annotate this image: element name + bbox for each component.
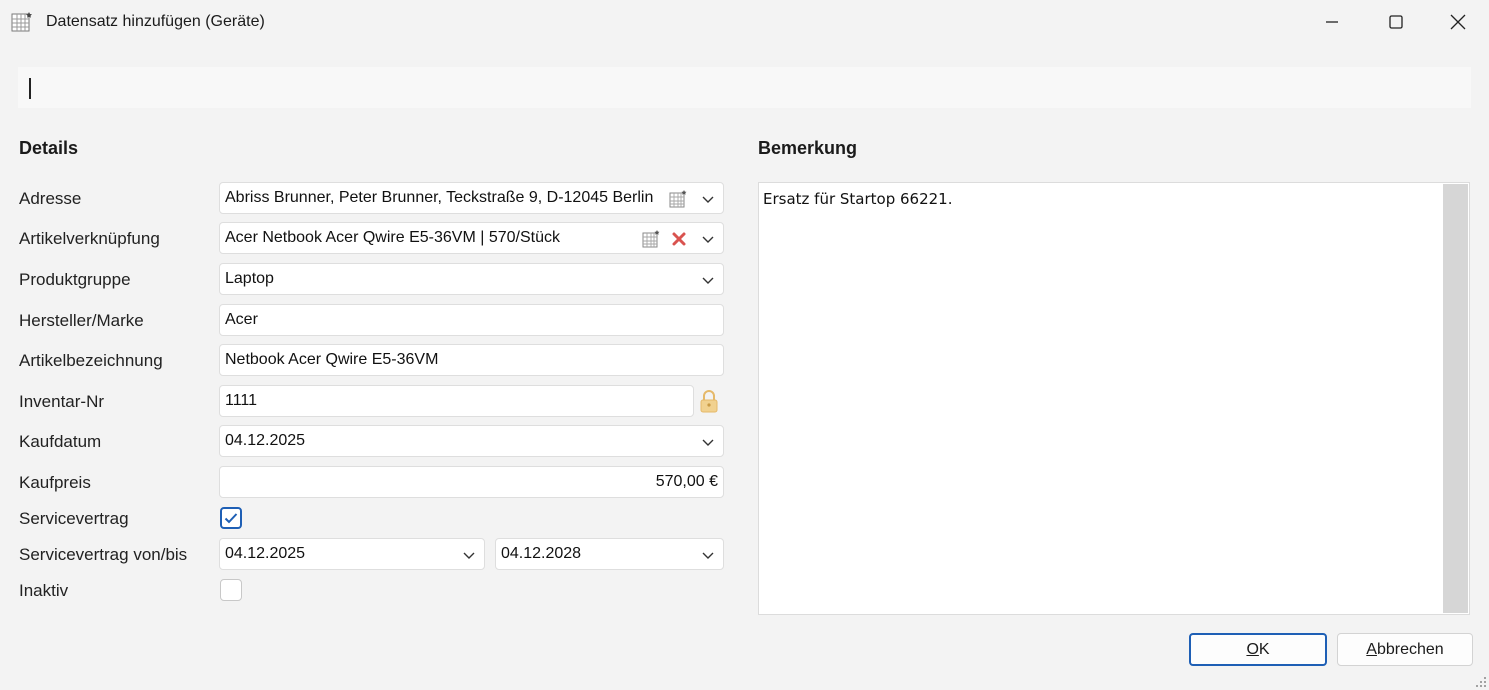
ok-button-label: K (1258, 640, 1270, 658)
adresse-combobox[interactable]: Abriss Brunner, Peter Brunner, Teckstraß… (219, 182, 724, 214)
chevron-down-icon[interactable] (701, 192, 715, 206)
adresse-value: Abriss Brunner, Peter Brunner, Teckstraß… (225, 189, 654, 206)
label-servicevertrag: Servicevertrag (19, 509, 129, 528)
artikelbezeichnung-value: Netbook Acer Qwire E5-36VM (225, 351, 439, 368)
ok-button-mnemonic: O (1246, 640, 1259, 658)
close-button[interactable] (1427, 0, 1489, 44)
bemerkung-text: Ersatz für Startop 66221. (763, 190, 953, 208)
artikelverknuepfung-value: Acer Netbook Acer Qwire E5-36VM | 570/St… (225, 229, 560, 246)
produktgruppe-value: Laptop (225, 270, 274, 287)
table-new-icon[interactable] (669, 190, 687, 208)
chevron-down-icon[interactable] (701, 232, 715, 246)
label-kaufpreis: Kaufpreis (19, 473, 91, 492)
chevron-down-icon[interactable] (462, 548, 476, 562)
maximize-button[interactable] (1365, 0, 1427, 44)
check-icon (224, 513, 238, 524)
cancel-button-mnemonic: A (1366, 640, 1377, 658)
bemerkung-scrollbar[interactable] (1443, 184, 1468, 613)
label-artikelbezeichnung: Artikelbezeichnung (19, 351, 163, 370)
servicevertrag-checkbox[interactable] (220, 507, 242, 529)
inventar-nr-value: 1111 (225, 392, 258, 409)
inventar-nr-input[interactable]: 1111 (219, 385, 694, 417)
chevron-down-icon[interactable] (701, 435, 715, 449)
label-artikelverknuepfung: Artikelverknüpfung (19, 229, 160, 248)
ok-button[interactable]: OK (1189, 633, 1327, 666)
window-title: Datensatz hinzufügen (Geräte) (46, 13, 265, 30)
resize-grip-icon[interactable] (1475, 676, 1487, 688)
label-adresse: Adresse (19, 189, 82, 208)
record-caption-input[interactable] (18, 67, 1471, 108)
cancel-button[interactable]: Abbrechen (1337, 633, 1473, 666)
maximize-icon (1389, 15, 1403, 29)
label-inventar-nr: Inventar-Nr (19, 392, 105, 411)
title-bar: Datensatz hinzufügen (Geräte) (0, 0, 1489, 46)
label-hersteller: Hersteller/Marke (19, 311, 144, 330)
kaufdatum-datepicker[interactable]: 04.12.2025 (219, 425, 724, 457)
table-new-icon[interactable] (642, 230, 660, 248)
label-servicevertrag-von-bis: Servicevertrag von/bis (19, 545, 188, 564)
inaktiv-checkbox[interactable] (220, 579, 242, 601)
chevron-down-icon[interactable] (701, 548, 715, 562)
servicevertrag-bis-datepicker[interactable]: 04.12.2028 (495, 538, 724, 570)
cancel-button-label: bbrechen (1376, 640, 1444, 658)
servicevertrag-von-value: 04.12.2025 (225, 545, 306, 562)
kaufpreis-value: 570,00 € (655, 473, 718, 490)
chevron-down-icon[interactable] (701, 273, 715, 287)
text-caret (29, 78, 31, 99)
hersteller-input[interactable]: Acer (219, 304, 724, 336)
label-kaufdatum: Kaufdatum (19, 432, 102, 451)
minimize-button[interactable] (1301, 0, 1363, 44)
delete-icon[interactable] (670, 230, 688, 248)
details-heading: Details (19, 138, 79, 158)
minimize-icon (1326, 21, 1338, 23)
lock-icon[interactable] (699, 389, 719, 413)
artikelbezeichnung-input[interactable]: Netbook Acer Qwire E5-36VM (219, 344, 724, 376)
bemerkung-heading: Bemerkung (758, 138, 858, 158)
kaufpreis-input[interactable]: 570,00 € (219, 466, 724, 498)
produktgruppe-combobox[interactable]: Laptop (219, 263, 724, 295)
label-inaktiv: Inaktiv (19, 581, 69, 600)
hersteller-value: Acer (225, 311, 258, 328)
servicevertrag-von-datepicker[interactable]: 04.12.2025 (219, 538, 485, 570)
label-produktgruppe: Produktgruppe (19, 270, 131, 289)
servicevertrag-bis-value: 04.12.2028 (501, 545, 582, 562)
artikelverknuepfung-combobox[interactable]: Acer Netbook Acer Qwire E5-36VM | 570/St… (219, 222, 724, 254)
bemerkung-textarea[interactable]: Ersatz für Startop 66221. (758, 182, 1470, 615)
close-icon (1450, 14, 1466, 30)
kaufdatum-value: 04.12.2025 (225, 432, 306, 449)
table-new-icon (11, 12, 32, 32)
